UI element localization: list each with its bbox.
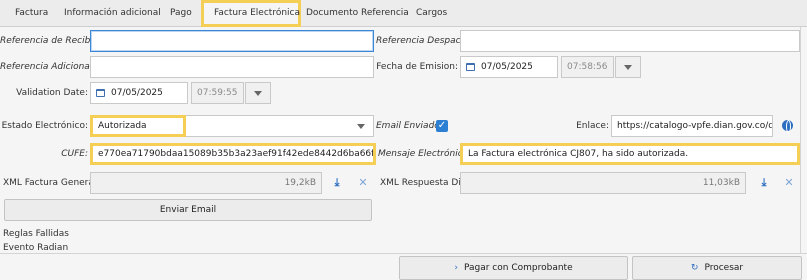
fecha-emision-dropdown[interactable] [615,56,641,78]
fecha-emision-date-value: 07/05/2025 [481,62,533,72]
tab-cargos[interactable]: Cargos [406,0,457,27]
download-icon[interactable]: ⤓ [330,176,344,190]
procesar-label: Procesar [704,263,744,273]
email-enviado-checkbox[interactable]: ✓ [436,120,448,132]
chevron-down-icon [254,91,262,96]
chevron-down-icon [357,124,365,129]
xml-respuesta-size: 11,03kB [460,172,746,194]
refresh-icon: ↻ [690,263,699,273]
pagar-label: Pagar con Comprobante [463,263,573,273]
tab-informacion-adicional[interactable]: Información adicional [54,0,171,27]
tab-factura[interactable]: Factura [5,0,58,27]
fecha-emision-date[interactable]: 07/05/2025 [460,56,558,78]
footer-separator [0,253,807,254]
close-icon[interactable]: ✕ [356,176,370,190]
globe-icon[interactable] [782,120,793,133]
fecha-emision-label: Fecha de Emision: [376,62,458,72]
validation-date-value: 07/05/2025 [111,88,163,98]
validation-date-label: Validation Date: [16,88,88,98]
tab-documento-referencia[interactable]: Documento Referencia [296,0,419,27]
email-enviado-label: Email Enviado: [376,121,443,131]
xml-generada-size: 19,2kB [90,172,322,194]
tab-factura-electronica[interactable]: Factura Electrónica [201,0,301,27]
ref-recibido-label: Referencia de Recibido: [0,36,108,46]
fecha-emision-time[interactable]: 07:58:56 [561,56,614,78]
estado-electronico-value: Autorizada [90,115,186,137]
procesar-button[interactable]: ↻ Procesar [632,256,802,280]
ref-recibido-input[interactable] [90,30,374,52]
tab-pago[interactable]: Pago [160,0,202,27]
mensaje-input[interactable]: La Factura electrónica CJ807, ha sido au… [460,143,800,165]
pagar-comprobante-button[interactable]: › Pagar con Comprobante [399,256,628,280]
xml-respuesta-label: XML Respuesta Dian: [380,178,476,188]
xml-generada-label: XML Factura Generada: [3,178,109,188]
chevron-down-icon [624,65,632,70]
validation-date-dropdown[interactable] [245,82,271,104]
estado-electronico-dropdown[interactable] [348,115,374,137]
tab-bar: Factura Información adicional Pago Factu… [0,0,807,27]
calendar-icon[interactable] [96,88,105,97]
close-icon[interactable]: ✕ [782,176,796,190]
ref-adicional-label: Referencia Adicional: [0,62,96,72]
chevron-right-icon: › [454,263,458,273]
panel-border [800,27,801,253]
enviar-email-button[interactable]: Enviar Email [4,199,372,221]
enlace-input[interactable]: https://catalogo-vpfe.dian.gov.co/docu [611,115,773,137]
reglas-fallidas-label: Reglas Fallidas [3,229,69,239]
cufe-label: CUFE: [61,149,88,159]
estado-electronico-label: Estado Electrónico: [1,121,88,131]
ref-adicional-input[interactable] [90,56,374,78]
calendar-icon[interactable] [466,62,475,71]
mensaje-label: Mensaje Electrónico: [378,149,472,159]
enlace-label: Enlace: [576,121,609,131]
ref-despacho-input[interactable] [460,30,800,52]
cufe-input[interactable]: e770ea71790bdaa15089b35b3a23aef91f42ede8… [90,143,376,165]
validation-time-input[interactable]: 07:59:55 [191,82,244,104]
download-icon[interactable]: ⤓ [757,176,771,190]
validation-date-input[interactable]: 07/05/2025 [90,82,188,104]
ref-despacho-label: Referencia Despacho: [376,36,475,46]
